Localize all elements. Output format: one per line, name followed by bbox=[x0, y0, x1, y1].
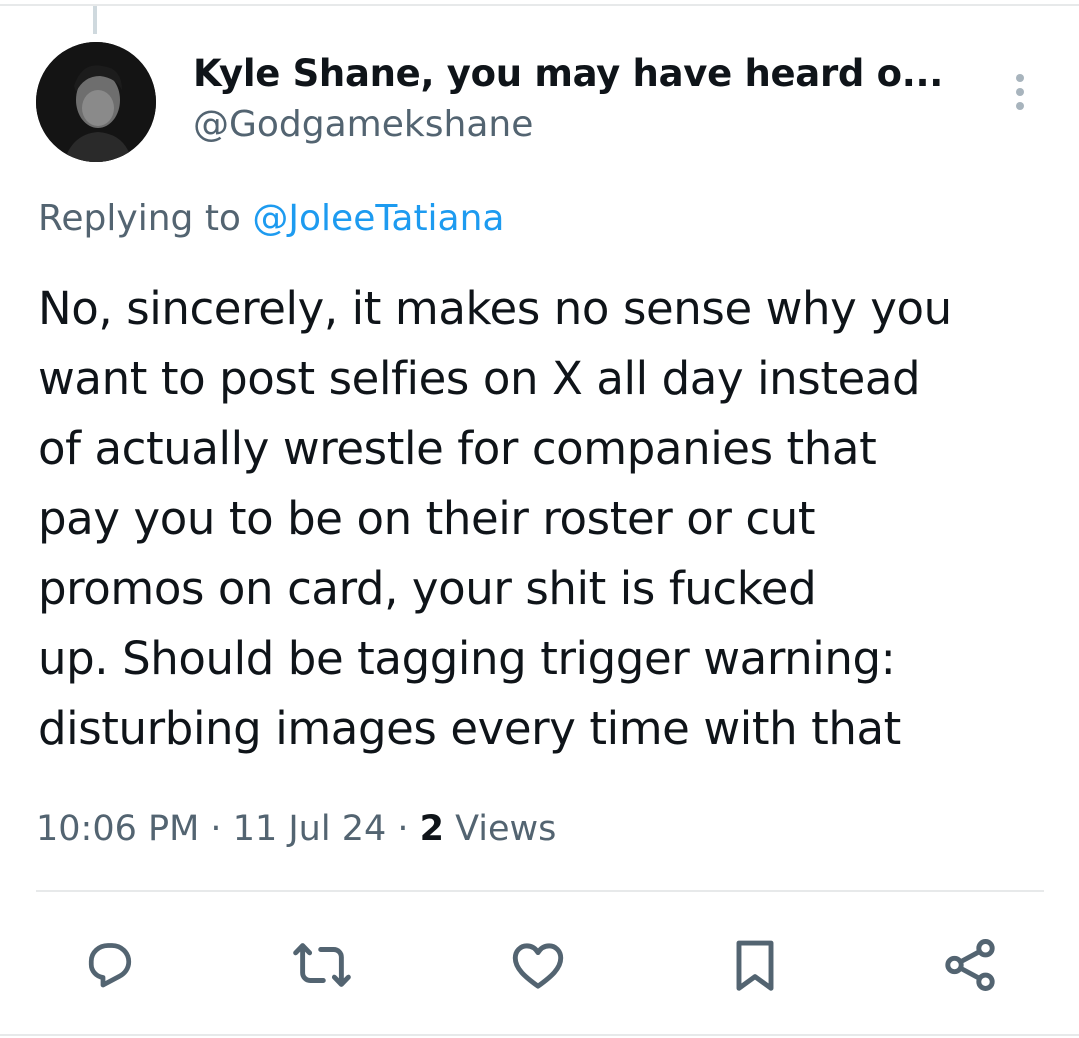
reply-button[interactable] bbox=[75, 930, 145, 1000]
share-icon bbox=[945, 939, 995, 991]
replying-to-line: Replying to @JoleeTatiana bbox=[38, 193, 505, 245]
meta-separator: · bbox=[386, 809, 420, 849]
avatar[interactable] bbox=[36, 42, 156, 162]
like-button[interactable] bbox=[503, 930, 573, 1000]
views-label: Views bbox=[444, 809, 557, 849]
replying-to-label: Replying to bbox=[38, 198, 253, 239]
more-vertical-icon bbox=[1016, 74, 1024, 82]
author-display-name[interactable]: Kyle Shane, you may have heard o... bbox=[193, 48, 973, 100]
thread-connector-line bbox=[93, 6, 97, 34]
bookmark-button[interactable] bbox=[720, 930, 790, 1000]
more-vertical-icon-dot bbox=[1016, 102, 1024, 110]
tweet-text: No, sincerely, it makes no sense why you… bbox=[38, 282, 952, 755]
meta-separator: · bbox=[199, 809, 233, 849]
retweet-button[interactable] bbox=[287, 930, 357, 1000]
retweet-icon bbox=[293, 943, 351, 987]
bookmark-icon bbox=[736, 940, 774, 991]
replying-to-mention[interactable]: @JoleeTatiana bbox=[252, 198, 504, 239]
action-bar bbox=[0, 930, 1079, 1000]
top-border bbox=[0, 4, 1079, 6]
bottom-border bbox=[0, 1034, 1079, 1036]
more-options-button[interactable] bbox=[1004, 68, 1036, 116]
share-button[interactable] bbox=[935, 930, 1005, 1000]
tweet-metadata: 10:06 PM · 11 Jul 24 · 2 Views bbox=[36, 803, 556, 855]
more-vertical-icon-dot bbox=[1016, 88, 1024, 96]
divider bbox=[36, 890, 1044, 892]
reply-icon bbox=[88, 943, 132, 988]
tweet-time[interactable]: 10:06 PM bbox=[36, 809, 199, 849]
heart-icon bbox=[512, 943, 564, 989]
avatar-image bbox=[36, 42, 156, 162]
views-count: 2 bbox=[419, 809, 444, 849]
tweet-date[interactable]: 11 Jul 24 bbox=[233, 809, 387, 849]
author-handle[interactable]: @Godgamekshane bbox=[193, 100, 533, 150]
